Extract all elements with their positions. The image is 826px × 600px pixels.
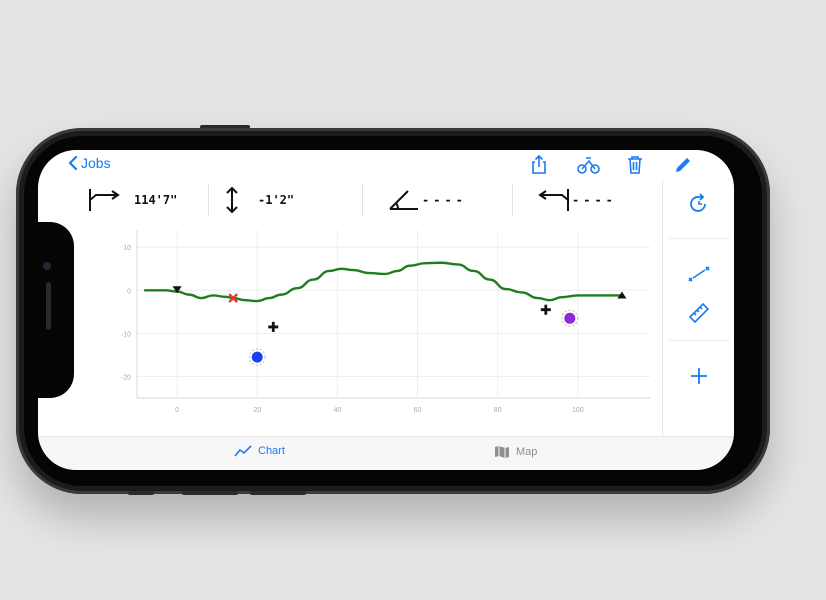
pencil-icon (676, 158, 690, 172)
x-tick-label: 100 (572, 407, 584, 414)
side-button (128, 491, 154, 495)
metric-divider (362, 184, 363, 216)
horizontal-distance-icon (89, 189, 120, 211)
tab-chart[interactable]: Chart (234, 445, 285, 457)
measurement-bar: 114'7" -1'2" ---- ---- (82, 180, 662, 220)
edit-button[interactable] (672, 155, 694, 175)
metric-divider (512, 184, 513, 216)
rotate-icon (690, 193, 706, 212)
x-tick-label: 60 (414, 407, 422, 414)
tab-bar: Chart Map (38, 436, 734, 470)
side-button (250, 491, 306, 495)
chevron-left-icon (68, 156, 78, 170)
map-icon (495, 446, 509, 458)
measuring-wheel-icon (577, 157, 600, 174)
point-distance-icon (688, 266, 710, 282)
tool-sidebar (662, 180, 734, 436)
circle-marker (251, 351, 263, 363)
share-button[interactable] (528, 154, 550, 175)
speaker (46, 282, 51, 330)
plus-icon (691, 368, 707, 384)
profile-line (143, 261, 624, 303)
sidebar-divider (669, 238, 729, 239)
sidebar-divider (669, 340, 729, 341)
metric-divider (208, 184, 209, 216)
angle-value: ---- (422, 193, 467, 207)
tab-map[interactable]: Map (494, 445, 537, 459)
y-tick-label: -20 (121, 374, 131, 381)
slope-icon (538, 189, 569, 211)
horizontal-distance-metric: 114'7" (88, 180, 177, 220)
add-button[interactable] (663, 356, 734, 396)
plus-marker (540, 304, 551, 315)
circle-marker (564, 312, 576, 324)
horizontal-distance-value: 114'7" (134, 193, 178, 207)
vertical-distance-metric: -1'2" (224, 180, 294, 220)
y-tick-label: 10 (123, 245, 131, 252)
measure-button[interactable] (663, 292, 734, 332)
tab-chart-label: Chart (258, 445, 285, 457)
ruler-icon (688, 302, 710, 323)
camera (43, 262, 51, 270)
app-screen: Jobs 114'7" -1'2" ---- ---- 0 20 40 60 8… (38, 150, 734, 470)
x-tick-label: 40 (333, 407, 341, 414)
share-icon (532, 154, 546, 174)
navigation-bar: Jobs (38, 150, 734, 180)
wheel-tool-button[interactable] (576, 155, 602, 175)
slope-value: ---- (572, 193, 617, 207)
distance-points-button[interactable] (663, 254, 734, 294)
plus-marker (268, 321, 279, 332)
x-tick-label: 20 (253, 407, 261, 414)
slope-metric: ---- (534, 180, 617, 220)
delete-button[interactable] (624, 155, 646, 175)
profile-chart[interactable]: 0 20 40 60 80 100100-10-20 (82, 220, 662, 436)
angle-icon (389, 190, 418, 210)
phone-notch (38, 222, 74, 398)
y-tick-label: 0 (127, 288, 131, 295)
vertical-distance-value: -1'2" (258, 193, 295, 207)
back-button[interactable]: Jobs (68, 155, 111, 171)
angle-metric: ---- (388, 180, 467, 220)
x-tick-label: 80 (494, 407, 502, 414)
side-button (182, 491, 238, 495)
tab-map-label: Map (516, 446, 538, 458)
y-tick-label: -10 (121, 331, 131, 338)
chart-line-icon (234, 445, 252, 457)
back-label: Jobs (81, 155, 111, 171)
x-tick-label: 0 (175, 407, 179, 414)
trash-icon (628, 156, 642, 174)
rotate-button[interactable] (663, 184, 734, 224)
vertical-distance-icon (226, 186, 238, 214)
